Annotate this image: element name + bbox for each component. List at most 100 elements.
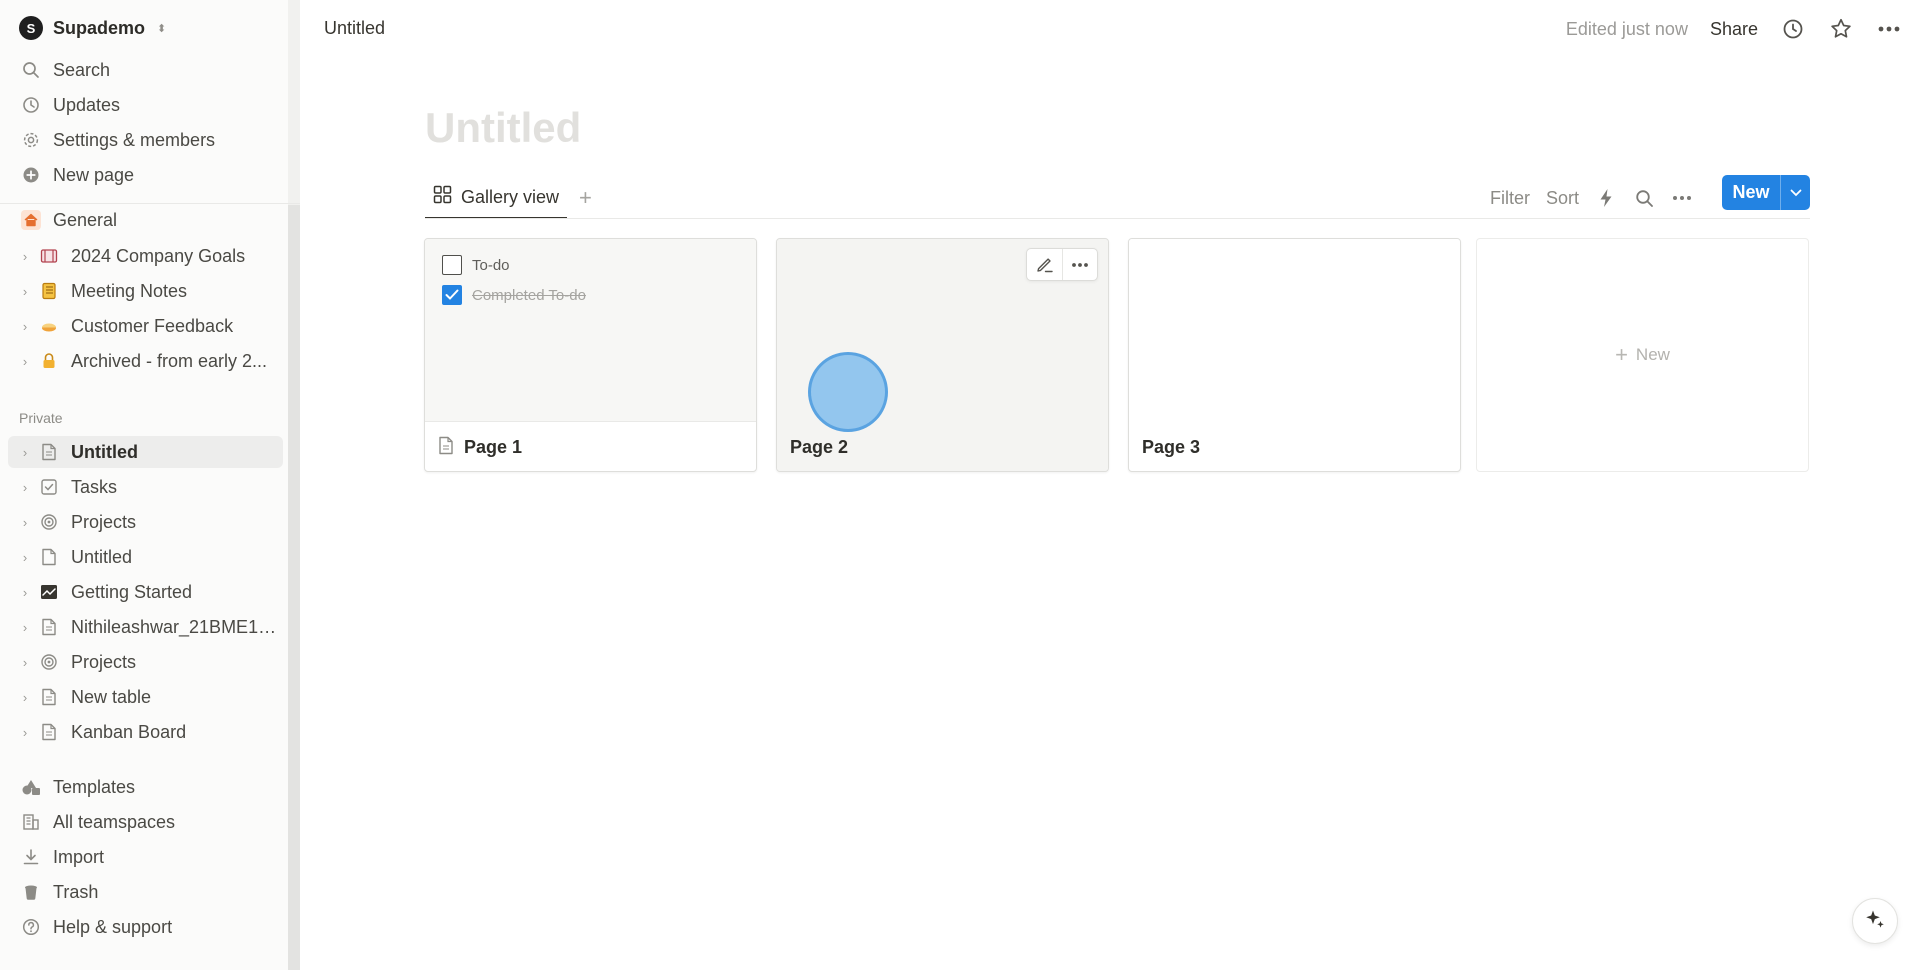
gallery-new-card[interactable]: + New xyxy=(1476,238,1809,472)
chevron-right-icon[interactable]: › xyxy=(18,550,32,565)
target-icon xyxy=(38,511,60,533)
section-label-private: Private xyxy=(19,410,63,426)
new-button[interactable]: New xyxy=(1722,175,1810,210)
checkbox-unchecked[interactable] xyxy=(442,255,462,275)
gear-icon xyxy=(20,129,42,151)
sidebar-item-label: New page xyxy=(53,164,135,185)
sidebar-item-new-page[interactable]: New page xyxy=(8,159,283,191)
pie-icon xyxy=(38,315,60,337)
building-icon xyxy=(20,811,42,833)
chevron-right-icon[interactable]: › xyxy=(18,249,32,264)
share-button[interactable]: Share xyxy=(1710,19,1758,40)
sidebar-item-general[interactable]: General xyxy=(8,204,283,236)
more-icon[interactable] xyxy=(1876,16,1902,42)
sidebar-item-company-goals[interactable]: › 2024 Company Goals xyxy=(8,240,283,272)
sidebar-item-projects-2[interactable]: › Projects xyxy=(8,646,283,678)
sidebar-item-search[interactable]: Search xyxy=(8,54,283,86)
chevron-right-icon[interactable]: › xyxy=(18,445,32,460)
edit-icon[interactable] xyxy=(1027,249,1062,280)
sidebar-item-tasks[interactable]: › Tasks xyxy=(8,471,283,503)
todo-label: To-do xyxy=(472,256,510,274)
sidebar-item-meeting-notes[interactable]: › Meeting Notes xyxy=(8,275,283,307)
chart-icon xyxy=(38,581,60,603)
chevron-right-icon[interactable]: › xyxy=(18,585,32,600)
sidebar-item-import[interactable]: Import xyxy=(8,841,283,873)
sidebar-item-customer-feedback[interactable]: › Customer Feedback xyxy=(8,310,283,342)
gallery-card-page-3[interactable]: Page 3 xyxy=(1128,238,1461,472)
sidebar-item-settings[interactable]: Settings & members xyxy=(8,124,283,156)
chevron-right-icon[interactable]: › xyxy=(18,354,32,369)
todo-item: To-do xyxy=(442,255,510,275)
view-tabs: Gallery view + xyxy=(425,177,592,219)
clock-icon[interactable] xyxy=(1780,16,1806,42)
workspace-switcher[interactable]: S Supademo ⬍ xyxy=(19,16,166,40)
gallery-icon xyxy=(433,185,452,209)
sidebar-item-help[interactable]: Help & support xyxy=(8,911,283,943)
sidebar-item-archived[interactable]: › Archived - from early 2... xyxy=(8,345,283,377)
page-icon xyxy=(38,616,60,638)
card-title: Page 2 xyxy=(790,437,849,457)
sidebar-item-label: Trash xyxy=(53,881,99,902)
sidebar-item-label: Projects xyxy=(71,511,137,532)
download-icon xyxy=(20,846,42,868)
checkbox-checked[interactable] xyxy=(442,285,462,305)
sidebar-scrollbar[interactable] xyxy=(288,205,300,970)
chevron-down-icon[interactable] xyxy=(1781,175,1810,210)
sidebar-item-label: Meeting Notes xyxy=(71,280,188,301)
chevron-updown-icon: ⬍ xyxy=(157,22,167,35)
page-icon xyxy=(438,436,454,460)
page-icon xyxy=(38,546,60,568)
sidebar-item-label: All teamspaces xyxy=(53,811,176,832)
chevron-right-icon[interactable]: › xyxy=(18,655,32,670)
checkbox-icon xyxy=(38,476,60,498)
more-icon[interactable] xyxy=(1062,249,1097,280)
chevron-right-icon[interactable]: › xyxy=(18,480,32,495)
new-card-label: New xyxy=(1635,345,1670,364)
breadcrumb-page-title[interactable]: Untitled xyxy=(324,18,385,39)
card-preview xyxy=(1129,239,1460,422)
page-icon xyxy=(38,441,60,463)
sidebar-item-updates[interactable]: Updates xyxy=(8,89,283,121)
add-view-plus-icon[interactable]: + xyxy=(579,185,592,211)
new-button-label[interactable]: New xyxy=(1722,175,1780,210)
ai-sparkle-button[interactable] xyxy=(1852,898,1898,944)
chevron-right-icon[interactable]: › xyxy=(18,319,32,334)
sidebar-item-label: General xyxy=(53,209,118,230)
sidebar-item-untitled[interactable]: › Untitled xyxy=(8,436,283,468)
sidebar-item-trash[interactable]: Trash xyxy=(8,876,283,908)
sidebar-scroll-track-top xyxy=(288,0,300,205)
sidebar-item-label: Help & support xyxy=(53,916,173,937)
sidebar-item-nithileashwar[interactable]: › Nithileashwar_21BME10... xyxy=(8,611,283,643)
sidebar-item-templates[interactable]: Templates xyxy=(8,771,283,803)
plus-circle-icon xyxy=(20,164,42,186)
todo-item: Completed To-do xyxy=(442,285,586,305)
sidebar: S Supademo ⬍ Search Updates Settings & m… xyxy=(0,0,300,970)
gallery-card-page-2[interactable]: Page 2 xyxy=(776,238,1109,472)
database-actions: Filter Sort xyxy=(1490,177,1693,219)
sidebar-item-label: Projects xyxy=(71,651,137,672)
sidebar-item-all-teamspaces[interactable]: All teamspaces xyxy=(8,806,283,838)
chevron-right-icon[interactable]: › xyxy=(18,620,32,635)
sidebar-item-untitled-2[interactable]: › Untitled xyxy=(8,541,283,573)
sidebar-item-projects[interactable]: › Projects xyxy=(8,506,283,538)
sidebar-item-getting-started[interactable]: › Getting Started xyxy=(8,576,283,608)
lightning-icon[interactable] xyxy=(1595,187,1617,209)
chevron-right-icon[interactable]: › xyxy=(18,284,32,299)
filter-button[interactable]: Filter xyxy=(1490,188,1530,209)
tab-gallery-view[interactable]: Gallery view xyxy=(425,177,568,219)
more-icon[interactable] xyxy=(1671,187,1693,209)
gallery-card-page-1[interactable]: To-do Completed To-do Page 1 xyxy=(424,238,757,472)
chevron-right-icon[interactable]: › xyxy=(18,725,32,740)
page-title[interactable]: Untitled xyxy=(425,104,581,152)
sidebar-item-label: Templates xyxy=(53,776,136,797)
sort-button[interactable]: Sort xyxy=(1546,188,1579,209)
chevron-right-icon[interactable]: › xyxy=(18,515,32,530)
chevron-right-icon[interactable]: › xyxy=(18,690,32,705)
star-icon[interactable] xyxy=(1828,16,1854,42)
sidebar-item-label: Tasks xyxy=(71,476,118,497)
sidebar-item-label: Untitled xyxy=(71,546,133,567)
sidebar-item-kanban-board[interactable]: › Kanban Board xyxy=(8,716,283,748)
search-icon[interactable] xyxy=(1633,187,1655,209)
sidebar-item-new-table[interactable]: › New table xyxy=(8,681,283,713)
templates-icon xyxy=(20,776,42,798)
